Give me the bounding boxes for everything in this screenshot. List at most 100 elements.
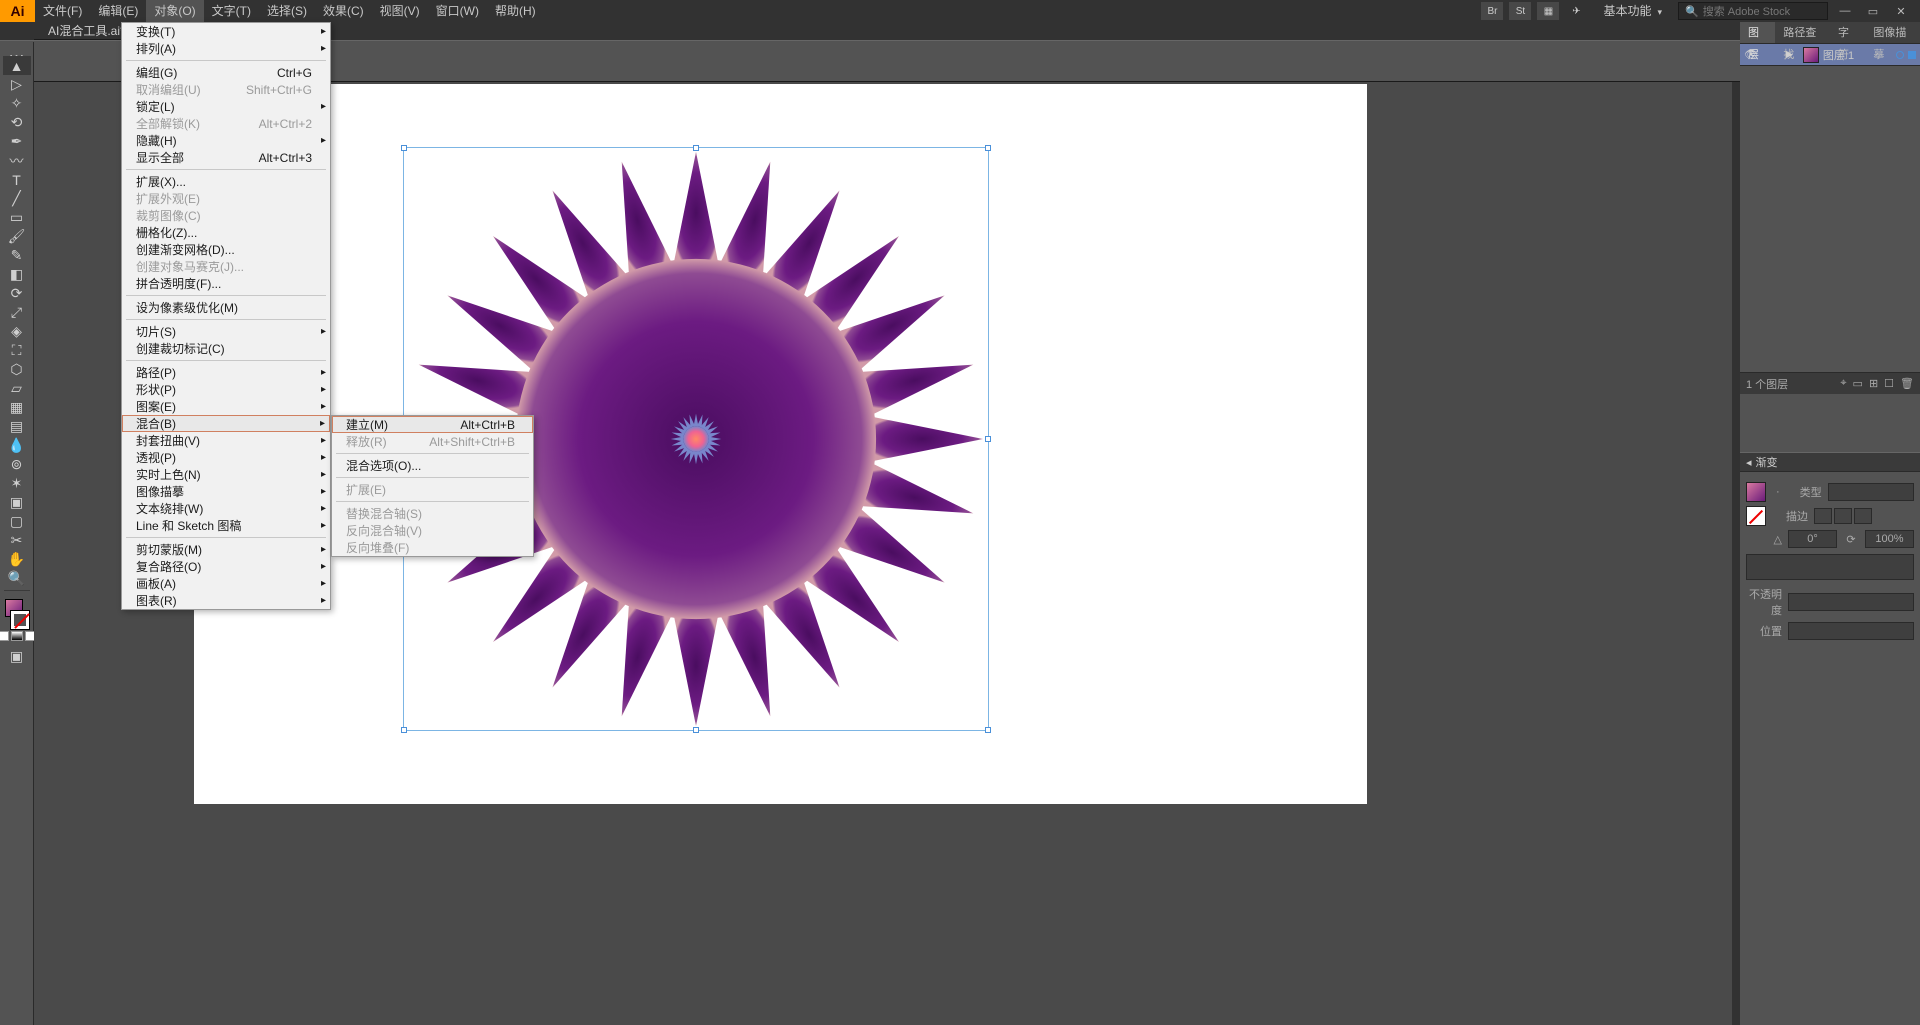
search-input[interactable]: 🔍 搜索 Adobe Stock (1678, 2, 1828, 20)
tool-type[interactable]: T (3, 170, 31, 189)
menu-item[interactable]: 锁定(L) (122, 98, 330, 115)
tool-zoom[interactable]: 🔍 (3, 569, 31, 588)
tool-pen[interactable]: ✒ (3, 132, 31, 151)
gradient-mode-btn[interactable] (11, 631, 23, 641)
menu-item[interactable]: 图表(R) (122, 592, 330, 609)
object-menu-dropdown[interactable]: 变换(T)排列(A)编组(G)Ctrl+G取消编组(U)Shift+Ctrl+G… (121, 22, 331, 610)
menu-edit[interactable]: 编辑(E) (90, 0, 146, 22)
menu-item[interactable]: 文本绕排(W) (122, 500, 330, 517)
type-dropdown[interactable] (1828, 483, 1914, 501)
submenu-item[interactable]: 混合选项(O)... (332, 457, 533, 474)
tool-magic-wand[interactable]: ✧ (3, 94, 31, 113)
toolbox-grip[interactable]: ⋯ (3, 46, 31, 56)
menu-item[interactable]: 实时上色(N) (122, 466, 330, 483)
menu-item[interactable]: 设为像素级优化(M) (122, 299, 330, 316)
new-layer-icon[interactable]: ☐ (1884, 377, 1894, 390)
menu-select[interactable]: 选择(S) (259, 0, 315, 22)
menu-item[interactable]: 切片(S) (122, 323, 330, 340)
layer-name[interactable]: 图层 1 (1823, 47, 1854, 63)
locate-icon[interactable]: ⌖ (1840, 377, 1846, 390)
delete-layer-icon[interactable]: 🗑 (1900, 377, 1914, 390)
menu-item[interactable]: 栅格化(Z)... (122, 224, 330, 241)
menu-item[interactable]: 图像描摹 (122, 483, 330, 500)
menu-item[interactable]: Line 和 Sketch 图稿 (122, 517, 330, 534)
menu-item[interactable]: 显示全部Alt+Ctrl+3 (122, 149, 330, 166)
tool-eraser[interactable]: ◧ (3, 265, 31, 284)
menu-item[interactable]: 透视(P) (122, 449, 330, 466)
screen-mode[interactable]: ▣ (3, 647, 31, 666)
menu-item[interactable]: 画板(A) (122, 575, 330, 592)
gradient-none[interactable] (1746, 506, 1766, 526)
bridge-icon[interactable]: Br (1481, 2, 1503, 20)
layer-row[interactable]: 👁 ▶ 图层 1 (1740, 44, 1920, 66)
expand-icon[interactable]: ▶ (1786, 49, 1793, 60)
tool-mesh[interactable]: ▦ (3, 398, 31, 417)
tool-shape-builder[interactable]: ⬡ (3, 360, 31, 379)
menu-effect[interactable]: 效果(C) (315, 0, 372, 22)
stock-icon[interactable]: St (1509, 2, 1531, 20)
tab-layers[interactable]: 图层 (1740, 22, 1775, 43)
menu-item[interactable]: 形状(P) (122, 381, 330, 398)
close-button[interactable]: ✕ (1890, 3, 1912, 19)
submenu-item[interactable]: 建立(M)Alt+Ctrl+B (332, 416, 533, 433)
menu-view[interactable]: 视图(V) (372, 0, 428, 22)
menu-item[interactable]: 创建渐变网格(D)... (122, 241, 330, 258)
opacity-input[interactable] (1788, 593, 1914, 611)
menu-item[interactable]: 复合路径(O) (122, 558, 330, 575)
menu-item[interactable]: 扩展(X)... (122, 173, 330, 190)
gpu-icon[interactable]: ✈ (1565, 2, 1587, 20)
gradient-preview[interactable] (1746, 482, 1766, 502)
tool-symbol-sprayer[interactable]: ✶ (3, 474, 31, 493)
fill-stroke-swatch[interactable] (3, 599, 31, 629)
tool-width[interactable]: ◈ (3, 322, 31, 341)
tab-pathfinder[interactable]: 路径查找 (1775, 22, 1830, 43)
angle-input[interactable]: 0° (1788, 530, 1837, 548)
tool-selection[interactable]: ▲ (3, 56, 31, 75)
menu-item[interactable]: 排列(A) (122, 40, 330, 57)
menu-object[interactable]: 对象(O) (146, 0, 203, 22)
tool-curvature[interactable]: 〰 (3, 151, 31, 170)
tool-perspective[interactable]: ▱ (3, 379, 31, 398)
menu-item[interactable]: 剪切蒙版(M) (122, 541, 330, 558)
tool-lasso[interactable]: ⟲ (3, 113, 31, 132)
minimize-button[interactable]: — (1834, 3, 1856, 19)
tool-line[interactable]: ╱ (3, 189, 31, 208)
stroke-swatch[interactable] (11, 611, 29, 629)
menu-item[interactable]: 图案(E) (122, 398, 330, 415)
tool-hand[interactable]: ✋ (3, 550, 31, 569)
tool-direct-select[interactable]: ▷ (3, 75, 31, 94)
gradient-panel-header[interactable]: ◂ 渐变 (1740, 452, 1920, 472)
maximize-button[interactable]: ▭ (1862, 3, 1884, 19)
menu-item[interactable]: 拼合透明度(F)... (122, 275, 330, 292)
tool-blend[interactable]: ⊚ (3, 455, 31, 474)
tool-rotate[interactable]: ⟳ (3, 284, 31, 303)
tool-graph[interactable]: ▣ (3, 493, 31, 512)
stroke-mode-2[interactable] (1834, 508, 1852, 524)
position-input[interactable] (1788, 622, 1914, 640)
gradient-bar[interactable] (1746, 554, 1914, 580)
color-mode-btn[interactable] (0, 631, 9, 641)
new-sublayer-icon[interactable]: ⊞ (1869, 377, 1878, 390)
menu-file[interactable]: 文件(F) (35, 0, 90, 22)
tab-character[interactable]: 字符 (1830, 22, 1865, 43)
tool-shaper[interactable]: ✎ (3, 246, 31, 265)
workspace-switcher[interactable]: 基本功能 (1593, 1, 1672, 21)
target-icon[interactable] (1896, 51, 1904, 59)
make-clipmask-icon[interactable]: ▭ (1853, 377, 1863, 390)
menu-item[interactable]: 路径(P) (122, 364, 330, 381)
menu-item[interactable]: 混合(B) (122, 415, 330, 432)
tool-scale[interactable]: ⤢ (3, 303, 31, 322)
menu-item[interactable]: 编组(G)Ctrl+G (122, 64, 330, 81)
menu-window[interactable]: 窗口(W) (428, 0, 487, 22)
visibility-icon[interactable]: 👁 (1744, 48, 1758, 62)
tool-gradient[interactable]: ▤ (3, 417, 31, 436)
menu-item[interactable]: 隐藏(H) (122, 132, 330, 149)
tool-free-transform[interactable]: ⛶ (3, 341, 31, 360)
tool-brush[interactable]: 🖌 (3, 227, 31, 246)
ratio-input[interactable]: 100% (1865, 530, 1914, 548)
menu-type[interactable]: 文字(T) (204, 0, 259, 22)
tool-slice[interactable]: ✂ (3, 531, 31, 550)
tool-artboard[interactable]: ▢ (3, 512, 31, 531)
stroke-mode-1[interactable] (1814, 508, 1832, 524)
tab-image-trace[interactable]: 图像描摹 (1865, 22, 1920, 43)
